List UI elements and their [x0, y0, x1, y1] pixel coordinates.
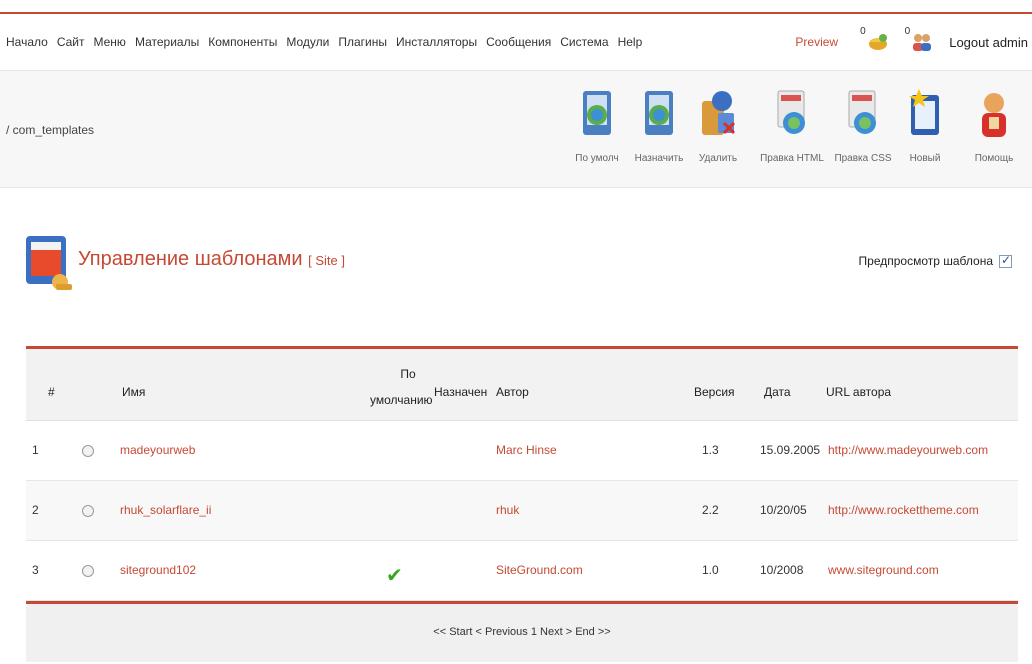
menu-item-help[interactable]: Help [618, 35, 643, 49]
menu-item-system[interactable]: Система [560, 35, 608, 49]
users-count: 0 [904, 26, 911, 37]
author-link[interactable]: Marc Hinse [496, 443, 557, 457]
new-icon [909, 89, 939, 135]
toolbar-new-label: Новый [909, 153, 941, 164]
header-right: Preview 0 0 Logout admin [795, 14, 1028, 70]
breadcrumb: / com_templates [6, 123, 95, 137]
templates-table: # Имя По умолчанию Назначен Автор Версия… [26, 346, 1018, 662]
author-link[interactable]: rhuk [496, 503, 519, 517]
author-url-link[interactable]: http://www.madeyourweb.com [828, 443, 988, 457]
toolbar-delete-button[interactable]: Удалить [692, 81, 744, 179]
page-subtitle: [ Site ] [308, 253, 345, 268]
pager-start[interactable]: << Start [433, 626, 472, 638]
table-row: 1 madeyourweb Marc Hinse 1.3 15.09.2005 … [26, 421, 1018, 481]
date-cell: 10/20/05 [760, 503, 807, 517]
toolbar-help-label: Помощь [974, 153, 1014, 164]
date-cell: 15.09.2005 [760, 443, 821, 457]
version-cell: 2.2 [702, 503, 719, 517]
users-icon [913, 34, 932, 51]
toolbar-assign-label: Назначить [634, 153, 684, 164]
edit-html-icon [777, 90, 805, 134]
template-manager-icon [26, 236, 72, 290]
logout-link[interactable]: Logout admin [949, 35, 1028, 50]
toolbar-default-button[interactable]: По умолч [568, 81, 626, 179]
table-row: 3 siteground102 ✔ SiteGround.com 1.0 10/… [26, 541, 1018, 601]
preview-template-checkbox[interactable] [999, 253, 1012, 268]
menu-item-components[interactable]: Компоненты [208, 35, 277, 49]
row-select-radio[interactable] [82, 565, 94, 577]
menu-item-content[interactable]: Материалы [135, 35, 199, 49]
table-footer: << Start < Previous 1 Next > End >> [26, 604, 1018, 662]
preview-template-label: Предпросмотр шаблона [858, 254, 993, 268]
pagination: << Start < Previous 1 Next > End >> [26, 626, 1018, 638]
row-select-radio[interactable] [82, 445, 94, 457]
author-url-link[interactable]: http://www.rockettheme.com [828, 503, 979, 517]
menu-item-modules[interactable]: Модули [286, 35, 329, 49]
col-default-line1: По [400, 367, 416, 381]
template-name-link[interactable]: rhuk_solarflare_ii [120, 503, 211, 517]
assign-icon [645, 91, 673, 135]
menu-item-plugins[interactable]: Плагины [338, 35, 387, 49]
preview-link[interactable]: Preview [795, 35, 838, 49]
author-link[interactable]: SiteGround.com [496, 563, 583, 577]
col-date: Дата [764, 385, 791, 399]
version-cell: 1.0 [702, 563, 719, 577]
row-num: 2 [32, 503, 39, 517]
toolbar-area: / com_templates По умолч Назначить Удали… [0, 70, 1032, 188]
col-default-line2: умолчанию [370, 393, 433, 407]
col-author: Автор [496, 385, 529, 399]
row-select-radio[interactable] [82, 505, 94, 517]
default-icon [583, 91, 611, 135]
col-name[interactable]: Имя [122, 385, 145, 399]
toolbar-help-button[interactable]: Помощь [966, 81, 1022, 179]
pager-current-page: 1 [530, 626, 537, 638]
menu-item-installers[interactable]: Инсталляторы [396, 35, 477, 49]
row-num: 3 [32, 563, 39, 577]
date-cell: 10/2008 [760, 563, 804, 577]
toolbar-assign-button[interactable]: Назначить [630, 81, 688, 179]
version-cell: 1.3 [702, 443, 719, 457]
page-title: Управление шаблонами [ Site ] [78, 248, 345, 271]
col-url: URL автора [826, 385, 892, 399]
template-name-link[interactable]: siteground102 [120, 563, 196, 577]
help-icon [982, 93, 1006, 137]
menu-item-home[interactable]: Начало [6, 35, 48, 49]
default-check-icon: ✔ [386, 565, 403, 587]
menu-item-site[interactable]: Сайт [57, 35, 85, 49]
col-version: Версия [694, 385, 735, 399]
page-title-text: Управление шаблонами [78, 248, 303, 270]
menu-item-messages[interactable]: Сообщения [486, 35, 551, 49]
author-url-link[interactable]: www.siteground.com [828, 563, 939, 577]
template-name-link[interactable]: madeyourweb [120, 443, 195, 457]
pager-end[interactable]: End >> [575, 626, 610, 638]
toolbar-delete-label: Удалить [698, 153, 738, 164]
messages-counter[interactable]: 0 [860, 26, 889, 52]
edit-css-icon [848, 90, 876, 134]
pager-previous[interactable]: < Previous [476, 626, 528, 638]
col-assigned: Назначен [434, 385, 488, 399]
col-num: # [48, 385, 55, 399]
preview-template-toggle[interactable]: Предпросмотр шаблона [858, 253, 1012, 268]
toolbar-new-button[interactable]: Новый [902, 81, 948, 179]
messages-count: 0 [860, 26, 866, 37]
users-counter[interactable]: 0 [905, 26, 934, 52]
page-header: Управление шаблонами [ Site ] Предпросмо… [22, 226, 1012, 306]
toolbar-edit-html-button[interactable]: Правка HTML [760, 81, 824, 179]
main-menu-bar: Начало Сайт Меню Материалы Компоненты Мо… [0, 14, 1032, 70]
toolbar-edit-css-label: Правка CSS [834, 153, 892, 164]
row-num: 1 [32, 443, 39, 457]
delete-icon [702, 91, 736, 135]
pager-next[interactable]: Next > [540, 626, 572, 638]
menu-item-menu[interactable]: Меню [94, 35, 126, 49]
messages-icon [868, 34, 887, 50]
toolbar-edit-css-button[interactable]: Правка CSS [834, 81, 892, 179]
toolbar-edit-html-label: Правка HTML [760, 153, 824, 164]
toolbar-default-label: По умолч [575, 153, 619, 164]
table-row: 2 rhuk_solarflare_ii rhuk 2.2 10/20/05 h… [26, 481, 1018, 541]
table-header: # Имя По умолчанию Назначен Автор Версия… [26, 349, 1018, 421]
